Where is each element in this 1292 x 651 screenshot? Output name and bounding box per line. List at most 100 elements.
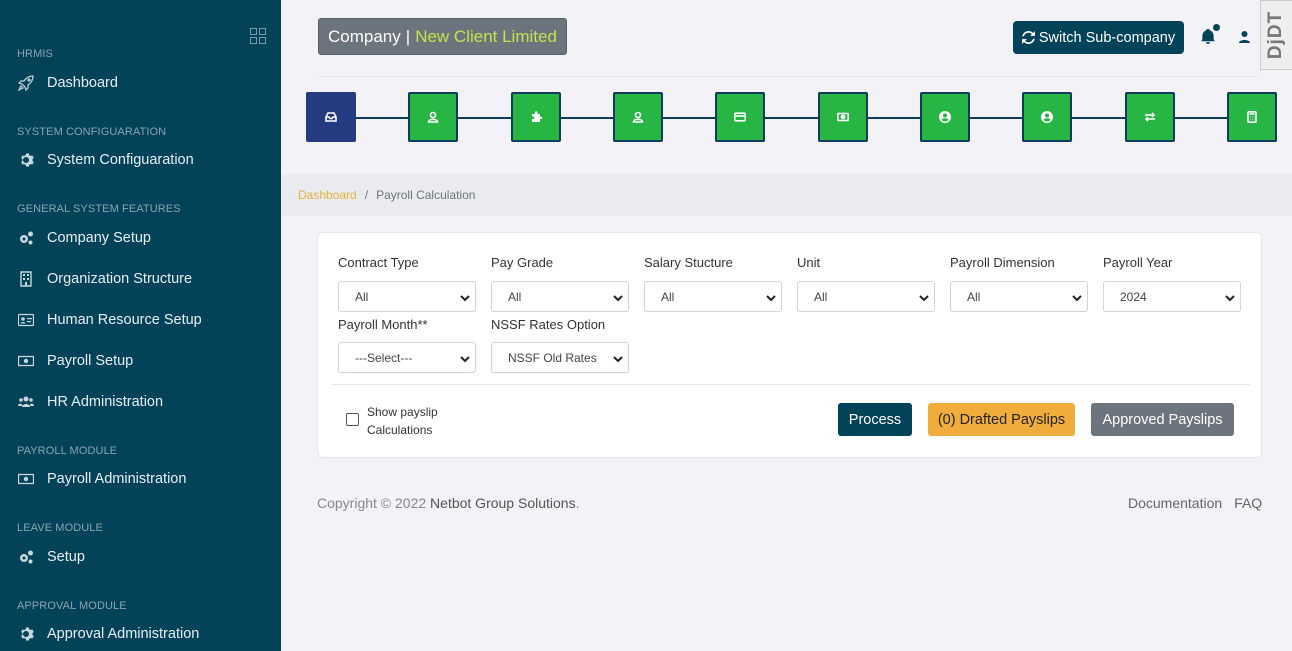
sidebar-item-organization-structure[interactable]: Organization Structure: [17, 267, 267, 291]
nssf-rates-select[interactable]: NSSF Old Rates: [491, 342, 629, 373]
section-payroll: PAYROLL MODULE: [17, 445, 118, 457]
section-leave: LEAVE MODULE: [17, 522, 103, 534]
header-divider: [318, 76, 1258, 77]
switch-sub-company-label: Switch Sub-company: [1038, 29, 1176, 46]
footer-copyright: Copyright © 2022 Netbot Group Solutions.: [317, 495, 579, 511]
puzzle-icon: [532, 111, 542, 122]
breadcrumb: Dashboard / Payroll Calculation: [282, 174, 1292, 216]
chevron-down-icon: [460, 353, 470, 363]
documentation-link[interactable]: Documentation: [1128, 495, 1222, 511]
copyright-period: .: [575, 495, 580, 511]
client-name: New Client Limited: [415, 26, 557, 46]
money-bill-icon: [17, 470, 35, 488]
section-hrmis: HRMIS: [17, 48, 53, 60]
process-button[interactable]: Process: [838, 403, 912, 436]
section-general: GENERAL SYSTEM FEATURES: [17, 203, 181, 215]
sidebar-item-label: Payroll Setup: [47, 353, 134, 369]
step-5[interactable]: [715, 92, 765, 142]
step-3[interactable]: [511, 92, 561, 142]
breadcrumb-current: Payroll Calculation: [376, 188, 476, 202]
sidebar-item-label: Human Resource Setup: [47, 312, 202, 328]
payroll-dimension-label: Payroll Dimension: [950, 255, 1055, 270]
salary-structure-label: Salary Stucture: [644, 255, 733, 270]
user-icon: [632, 111, 644, 123]
sidebar-item-hr-administration[interactable]: HR Administration: [17, 390, 267, 414]
sidebar-item-label: Company Setup: [47, 230, 151, 246]
sidebar-item-approval-administration[interactable]: Approval Administration: [17, 622, 267, 646]
brand-link[interactable]: Netbot Group Solutions: [430, 495, 576, 511]
sidebar-item-payroll-administration[interactable]: Payroll Administration: [17, 467, 267, 491]
payroll-year-label: Payroll Year: [1103, 255, 1173, 270]
copyright-text: Copyright © 2022: [317, 495, 427, 511]
step-1[interactable]: [306, 92, 356, 142]
id-card-icon: [17, 311, 35, 329]
drafted-payslips-button[interactable]: (0) Drafted Payslips: [928, 403, 1075, 436]
chevron-down-icon: [1072, 292, 1082, 302]
credit-card-icon: [734, 112, 746, 122]
pay-grade-label: Pay Grade: [491, 255, 554, 270]
sidebar: HRMIS Dashboard SYSTEM CONFIGUARATION Sy…: [0, 0, 281, 651]
user-icon: [427, 111, 439, 123]
approved-payslips-button[interactable]: Approved Payslips: [1091, 403, 1234, 436]
contract-type-label: Contract Type: [338, 255, 419, 270]
payroll-calculation-card: Contract Type Pay Grade Salary Stucture …: [317, 232, 1262, 458]
chevron-down-icon: [613, 292, 623, 302]
payroll-dimension-value: All: [967, 289, 981, 304]
section-system-config: SYSTEM CONFIGUARATION: [17, 126, 167, 138]
show-payslip-checkbox[interactable]: [346, 413, 359, 426]
gears-icon: [17, 548, 35, 566]
chevron-down-icon: [460, 292, 470, 302]
company-indicator: Company | New Client Limited: [318, 18, 567, 55]
sidebar-item-label: System Configuaration: [47, 152, 194, 168]
chevron-down-icon: [766, 292, 776, 302]
exchange-icon: [1144, 112, 1156, 122]
notification-dot: [1213, 24, 1220, 31]
sidebar-item-payroll-setup[interactable]: Payroll Setup: [17, 349, 267, 373]
building-icon: [17, 270, 35, 288]
debug-toolbar-label: DjDT: [1265, 10, 1287, 60]
breadcrumb-dashboard-link[interactable]: Dashboard: [298, 188, 357, 202]
step-7[interactable]: [920, 92, 970, 142]
contract-type-select[interactable]: All: [338, 281, 476, 312]
user-circle-icon: [939, 111, 951, 123]
refresh-icon: [1021, 31, 1035, 44]
step-9[interactable]: [1125, 92, 1175, 142]
breadcrumb-separator: /: [364, 188, 369, 202]
footer-links: Documentation FAQ: [1128, 495, 1262, 511]
pay-grade-value: All: [508, 289, 522, 304]
sidebar-item-company-setup[interactable]: Company Setup: [17, 226, 267, 250]
step-8[interactable]: [1022, 92, 1072, 142]
step-4[interactable]: [613, 92, 663, 142]
gears-icon: [17, 229, 35, 247]
step-2[interactable]: [408, 92, 458, 142]
payroll-month-label: Payroll Month**: [338, 317, 428, 332]
pay-grade-select[interactable]: All: [491, 281, 629, 312]
payroll-dimension-select[interactable]: All: [950, 281, 1088, 312]
sidebar-item-label: Approval Administration: [47, 626, 200, 642]
sidebar-item-label: Dashboard: [47, 75, 118, 91]
sidebar-item-human-resource-setup[interactable]: Human Resource Setup: [17, 308, 267, 332]
users-icon: [17, 393, 35, 411]
payroll-year-select[interactable]: 2024: [1103, 281, 1241, 312]
faq-link[interactable]: FAQ: [1234, 495, 1262, 511]
show-payslip-label[interactable]: Show payslip Calculations: [367, 403, 457, 439]
sidebar-item-leave-setup[interactable]: Setup: [17, 545, 267, 569]
calculator-icon: [1247, 111, 1257, 123]
sidebar-item-dashboard[interactable]: Dashboard: [17, 71, 267, 95]
sidebar-item-label: HR Administration: [47, 394, 164, 410]
company-label: Company: [328, 26, 401, 46]
user-circle-icon: [1041, 111, 1053, 123]
grid-toggle-icon[interactable]: [250, 28, 266, 44]
salary-structure-select[interactable]: All: [644, 281, 782, 312]
payroll-month-select[interactable]: ---Select---: [338, 342, 476, 373]
user-icon[interactable]: [1239, 30, 1251, 43]
unit-select[interactable]: All: [797, 281, 935, 312]
step-10[interactable]: [1227, 92, 1277, 142]
inbox-icon: [325, 112, 337, 122]
sidebar-item-system-configuaration[interactable]: System Configuaration: [17, 148, 267, 172]
switch-sub-company-button[interactable]: Switch Sub-company: [1013, 21, 1184, 54]
unit-label: Unit: [797, 255, 821, 270]
debug-toolbar-handle[interactable]: DjDT: [1260, 0, 1292, 70]
step-6[interactable]: [818, 92, 868, 142]
bell-icon[interactable]: [1201, 28, 1217, 45]
